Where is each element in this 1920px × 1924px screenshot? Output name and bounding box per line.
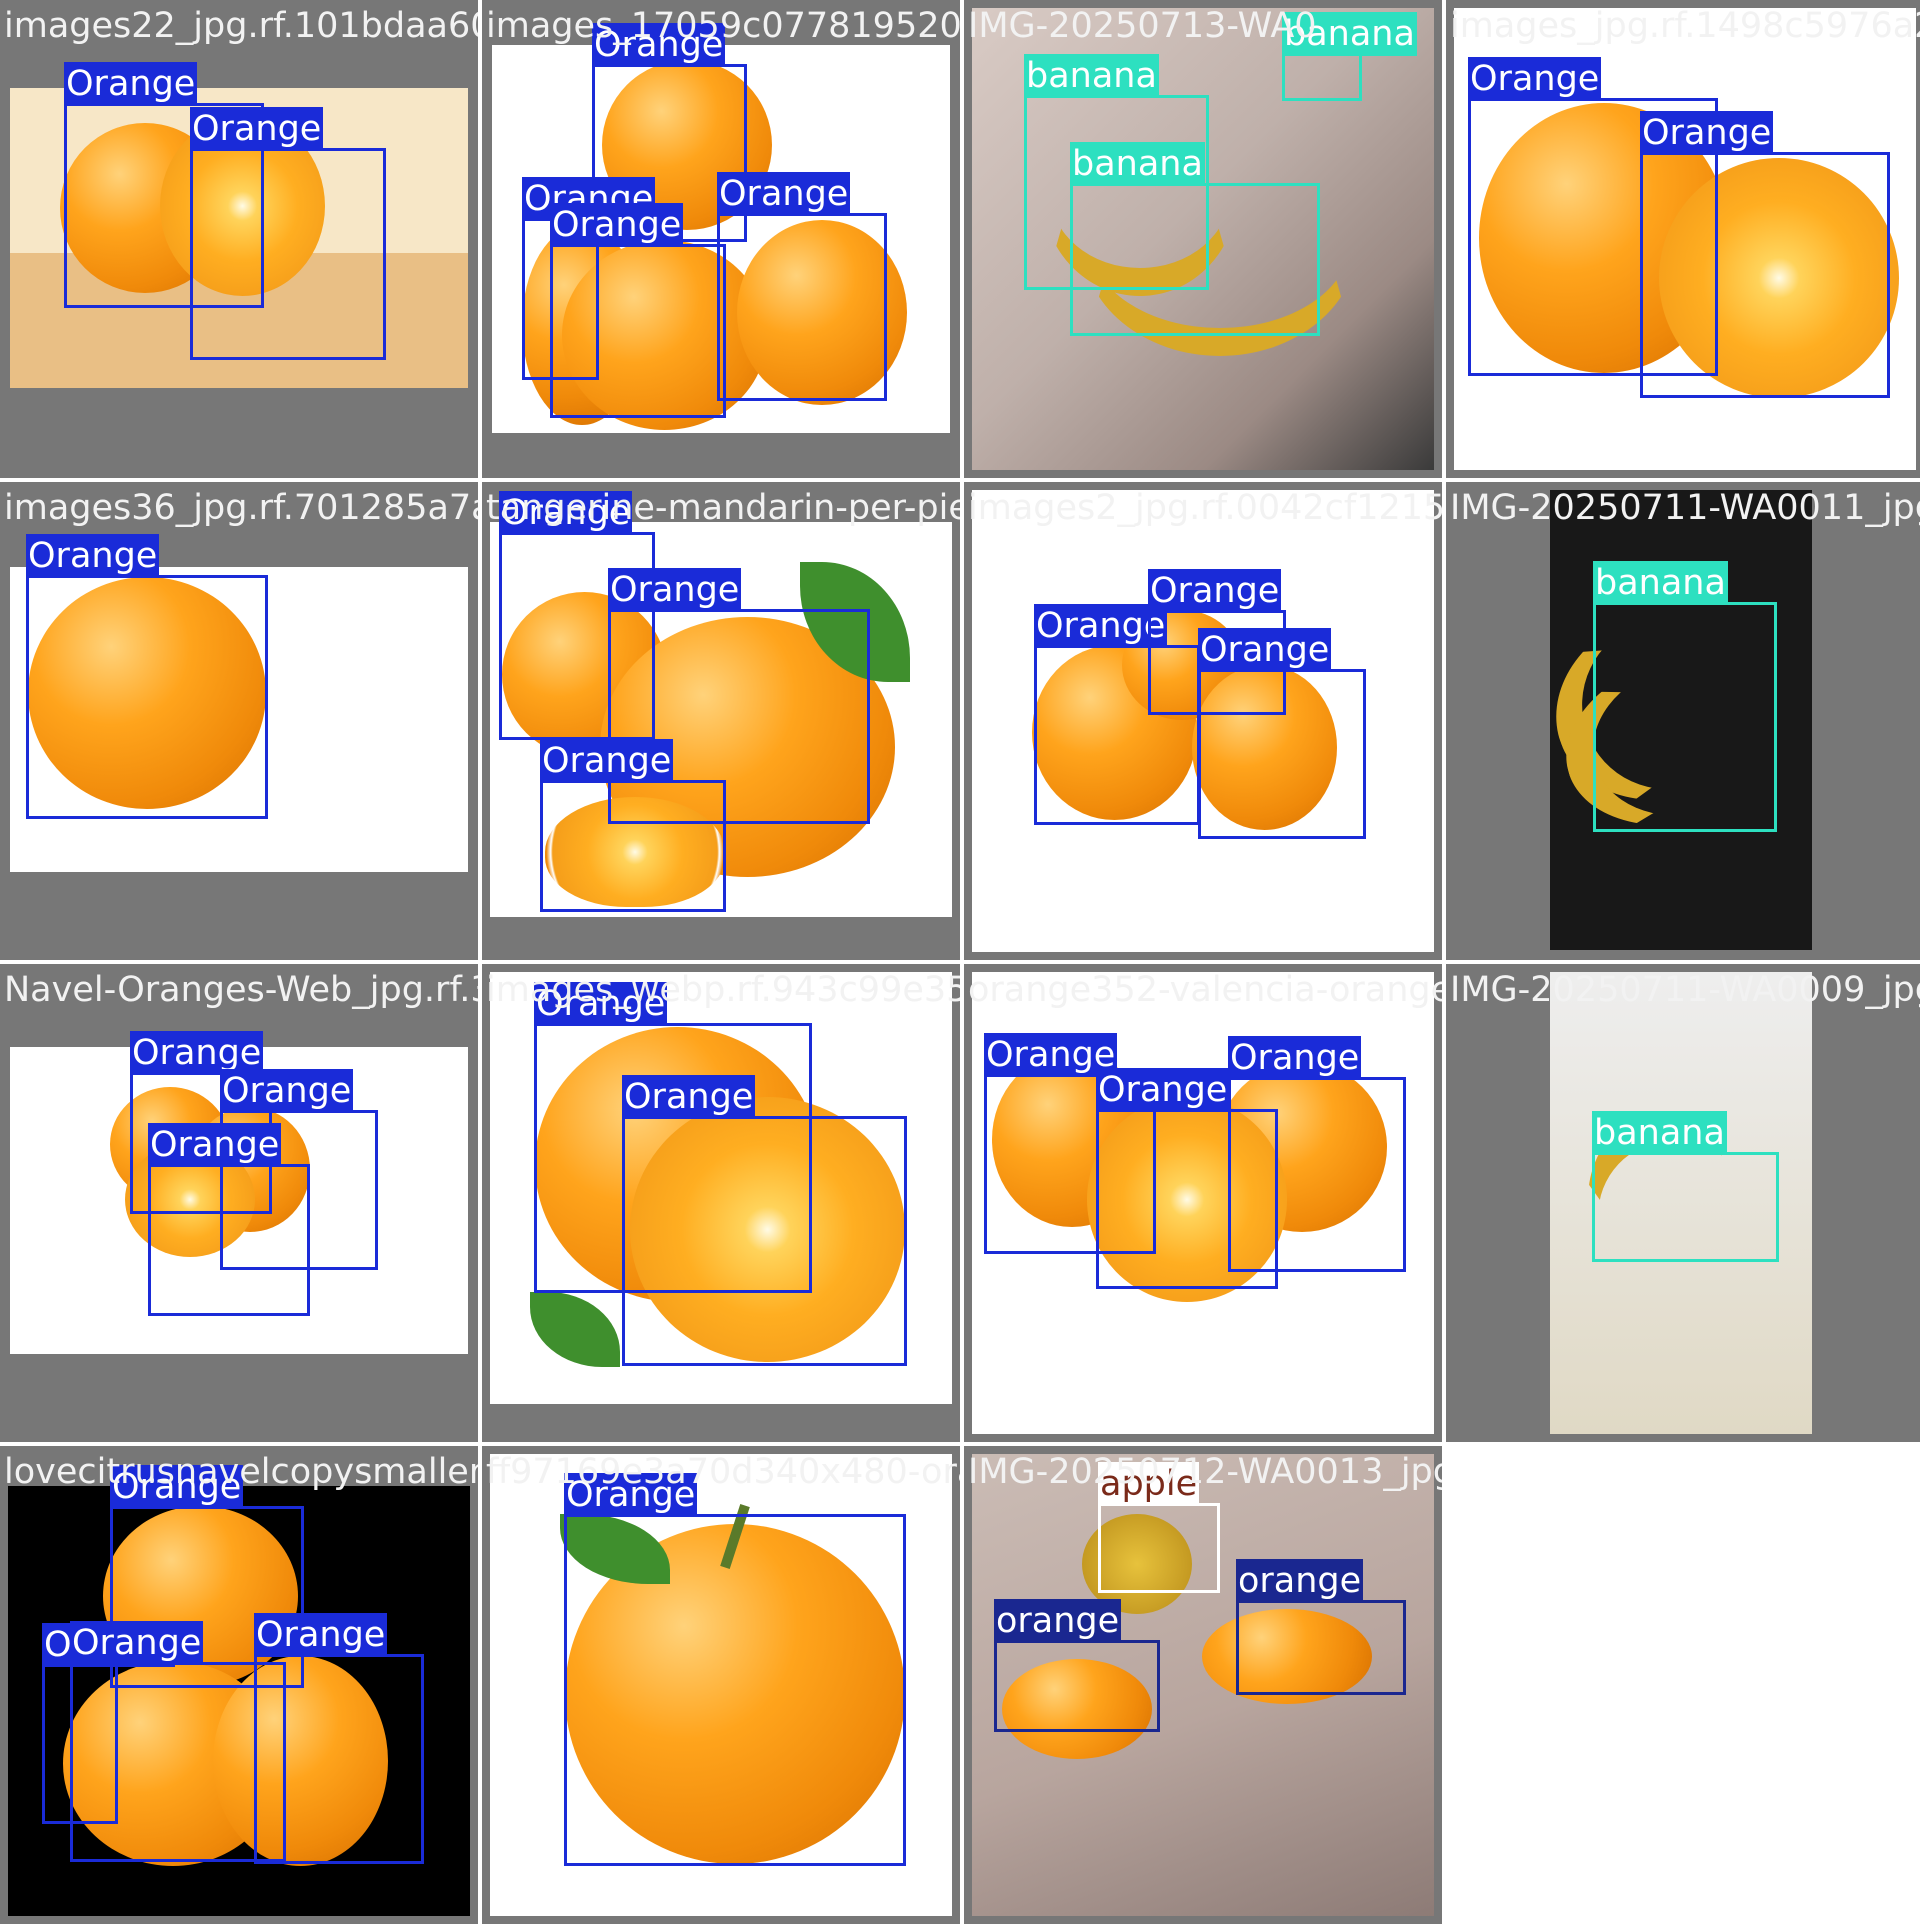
tile-title: images_17059c07781952064fc0b7 — [486, 6, 960, 46]
tile-title: lovecitrusnavelcopysmaller_jpg.rf.e7d3c7 — [4, 1452, 478, 1492]
tile-13[interactable]: lovecitrusnavelcopysmaller_jpg.rf.e7d3c7… — [0, 1446, 478, 1924]
tile-title: IMG-20250711-WA0011_jpg — [1450, 488, 1920, 528]
bbox-label: banana — [1593, 561, 1728, 605]
tile-title: images_webp.rf.943c99e352a40000-valencia… — [486, 970, 960, 1010]
bbox-label: Orange — [1468, 57, 1602, 101]
tile-1[interactable]: images22_jpg.rf.101bdaa60d0c7389457059cf… — [0, 0, 478, 478]
tile-10[interactable]: images_webp.rf.943c99e352a40000-valencia… — [482, 964, 960, 1442]
tile-8[interactable]: IMG-20250711-WA0011_jpg banana — [1446, 482, 1920, 960]
tile-title: IMG-20250711-WA0009_jpg — [1450, 970, 1920, 1010]
bbox-label: Orange — [148, 1123, 282, 1167]
tile-title: orange352-valencia-oranges — [968, 970, 1442, 1010]
bbox-label: Orange — [540, 739, 674, 783]
bbox-orange[interactable]: Orange — [254, 1613, 424, 1864]
bbox-label: banana — [1592, 1111, 1727, 1155]
tile-6[interactable]: tangerine-mandarin-per-piece-fruits-2 Or… — [482, 482, 960, 960]
tile-11[interactable]: orange352-valencia-oranges Orange Orange… — [964, 964, 1442, 1442]
tile-14[interactable]: ff97169e3a70d340x480-orange Orange — [482, 1446, 960, 1924]
tile-4[interactable]: images_jpg.rf.1498c5976a26b721146 Orange… — [1446, 0, 1920, 478]
bbox-label: Orange — [1096, 1068, 1230, 1112]
bbox-orange[interactable]: Orange — [1640, 111, 1890, 398]
bbox-orange[interactable]: Orange — [148, 1123, 310, 1316]
bbox-label: Orange — [550, 203, 684, 247]
tile-title: tangerine-mandarin-per-piece-fruits-2 — [486, 488, 960, 528]
tile-title: IMG-20250713-WA0 — [968, 6, 1317, 46]
bbox-label: orange — [1236, 1559, 1364, 1603]
tile-15[interactable]: IMG-20250712-WA0013_jpg.rf.b4359dbf00efc… — [964, 1446, 1442, 1924]
bbox-orange[interactable]: Orange — [1228, 1036, 1406, 1272]
tile-title: Navel-Oranges-Web_jpg.rf.33561c9ab709124 — [4, 970, 478, 1010]
bbox-banana[interactable]: banana — [1592, 1111, 1779, 1262]
tile-title: images36_jpg.rf.701285a7ade5601afa431cb-… — [4, 488, 478, 528]
bbox-label: orange — [994, 1599, 1122, 1643]
leaf — [530, 1292, 620, 1367]
bbox-label: Orange — [64, 62, 198, 106]
bbox-orange[interactable]: Orange — [622, 1075, 907, 1366]
bbox-label: Orange — [1228, 1036, 1362, 1080]
bbox-label: banana — [1024, 54, 1159, 98]
bbox-label: Orange — [190, 107, 324, 151]
bbox-orange[interactable]: Orange — [717, 172, 887, 401]
bbox-label: Orange — [1148, 569, 1282, 613]
tile-9[interactable]: Navel-Oranges-Web_jpg.rf.33561c9ab709124… — [0, 964, 478, 1442]
bbox-orange-lower[interactable]: orange — [1236, 1559, 1406, 1695]
bbox-orange[interactable]: Orange — [190, 107, 386, 360]
bbox-apple[interactable]: apple — [1098, 1462, 1220, 1593]
bbox-orange[interactable]: Orange — [540, 739, 726, 912]
bbox-orange[interactable]: Orange — [26, 534, 268, 819]
bbox-orange[interactable]: Orange — [564, 1473, 906, 1866]
tile-2[interactable]: images_17059c07781952064fc0b7 Orange Ora… — [482, 0, 960, 478]
tile-12[interactable]: IMG-20250711-WA0009_jpg banana — [1446, 964, 1920, 1442]
bbox-label: Orange — [70, 1621, 204, 1665]
tile-3[interactable]: IMG-20250713-WA0 banana banana banana — [964, 0, 1442, 478]
bbox-label: Orange — [717, 172, 851, 216]
bbox-banana[interactable]: banana — [1593, 561, 1777, 832]
bbox-label: Orange — [1640, 111, 1774, 155]
tile-title: images22_jpg.rf.101bdaa60d0c7389457059cf… — [4, 6, 478, 46]
bbox-label: Orange — [1198, 628, 1332, 672]
tile-title: IMG-20250712-WA0013_jpg.rf.b4359dbf00efc — [968, 1452, 1442, 1492]
bbox-label: banana — [1070, 142, 1205, 186]
tile-title: images_jpg.rf.1498c5976a26b721146 — [1450, 6, 1920, 46]
bbox-orange[interactable]: Orange — [550, 203, 726, 418]
tile-title: images2_jpg.rf.0042cf121500291a25078c1e — [968, 488, 1442, 528]
tile-5[interactable]: images36_jpg.rf.701285a7ade5601afa431cb-… — [0, 482, 478, 960]
bbox-orange[interactable]: Orange — [1198, 628, 1366, 839]
tile-title: ff97169e3a70d340x480-orange — [486, 1452, 960, 1492]
detection-grid: images22_jpg.rf.101bdaa60d0c7389457059cf… — [0, 0, 1920, 1924]
bbox-label: Orange — [254, 1613, 388, 1657]
bbox-label: Orange — [220, 1069, 354, 1113]
bbox-banana[interactable]: banana — [1282, 12, 1417, 101]
tile-7[interactable]: images2_jpg.rf.0042cf121500291a25078c1e … — [964, 482, 1442, 960]
bbox-orange-lower[interactable]: orange — [994, 1599, 1160, 1732]
bbox-banana[interactable]: banana — [1070, 142, 1320, 336]
bbox-label: Orange — [26, 534, 160, 578]
bbox-label: Orange — [622, 1075, 756, 1119]
bbox-label: Orange — [608, 568, 742, 612]
